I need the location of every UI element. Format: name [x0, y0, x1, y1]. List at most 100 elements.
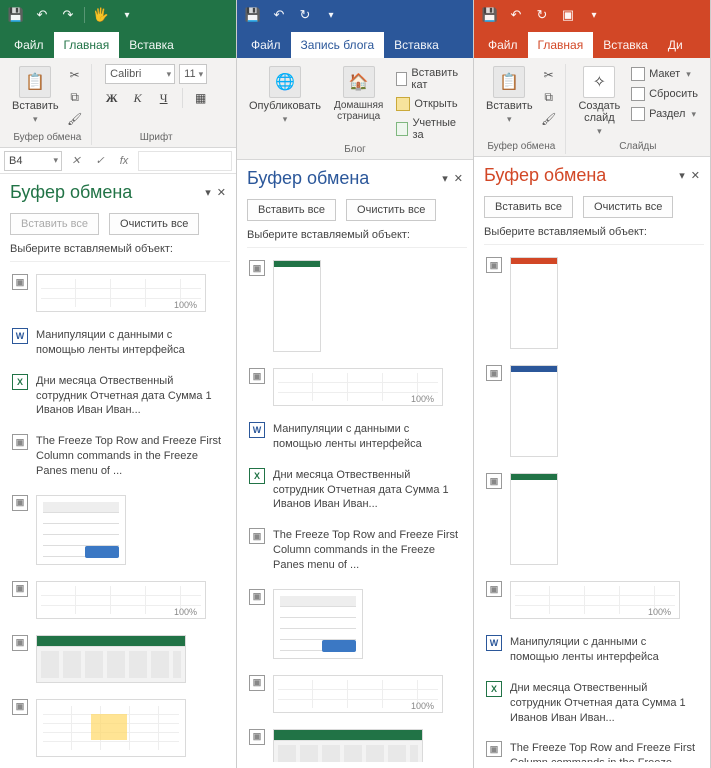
close-icon[interactable]: ✕ [691, 169, 700, 182]
qat-dropdown-icon[interactable]: ▾ [319, 3, 343, 27]
clear-all-button[interactable]: Очистить все [583, 196, 673, 218]
tab-home[interactable]: Главная [528, 32, 594, 58]
qat-dropdown-icon[interactable]: ▾ [582, 3, 606, 27]
homepage-label: Домашняя страница [333, 100, 384, 122]
separator [182, 88, 183, 108]
clipboard-item[interactable]: ▣ [247, 362, 461, 416]
format-painter-icon[interactable]: 🖌 [539, 110, 559, 128]
clipboard-list[interactable]: ▣ ▣ W Манипуляции с данными с помощью ле… [247, 247, 467, 762]
clipboard-item[interactable]: ▣ [10, 693, 224, 762]
paste-button[interactable]: 📋 Вставить ▾ [484, 64, 535, 130]
tab-insert[interactable]: Вставка [119, 32, 184, 58]
image-icon: ▣ [12, 699, 28, 715]
open-button[interactable]: Открыть [394, 96, 463, 112]
enter-icon[interactable]: ✓ [90, 154, 110, 167]
underline-button[interactable]: Ч [154, 88, 174, 108]
cancel-icon[interactable]: ✕ [66, 154, 86, 167]
touch-mode-icon[interactable]: 🖐 [89, 3, 113, 27]
redo-icon[interactable]: ↷ [56, 3, 80, 27]
save-icon[interactable]: 💾 [478, 3, 502, 27]
insert-category-button[interactable]: Вставить кат [394, 66, 463, 92]
qat-dropdown-icon[interactable]: ▾ [115, 3, 139, 27]
copy-icon[interactable]: ⧉ [539, 88, 559, 106]
italic-button[interactable]: К [128, 88, 148, 108]
font-name-dropdown[interactable]: Calibri ▾ [105, 64, 175, 84]
new-slide-button[interactable]: ✧ Создать слайд ▾ [576, 64, 623, 139]
accounts-button[interactable]: Учетные за [394, 116, 463, 142]
undo-icon[interactable]: ↶ [267, 3, 291, 27]
clipboard-item[interactable]: ▣ [10, 575, 224, 629]
clipboard-item[interactable]: ▣ [247, 254, 461, 362]
clipboard-thumb [273, 729, 423, 762]
clipboard-item[interactable]: ▣ The Freeze Top Row and Freeze First Co… [247, 522, 461, 583]
paste-all-button[interactable]: Вставить все [247, 199, 336, 221]
border-button[interactable]: ▦ [191, 88, 211, 108]
clipboard-item[interactable]: ▣ The Freeze Top Row and Freeze First Co… [10, 428, 224, 489]
pane-options-icon[interactable]: ▾ [679, 169, 685, 182]
clipboard-item[interactable]: ▣ [484, 359, 698, 467]
clipboard-text: Дни месяца Отвественный сотрудник Отчетн… [510, 681, 696, 726]
pane-options-icon[interactable]: ▾ [205, 186, 211, 199]
clipboard-item[interactable]: X Дни месяца Отвественный сотрудник Отче… [484, 675, 698, 736]
clipboard-list[interactable]: ▣ W Манипуляции с данными с помощью лент… [10, 261, 230, 762]
layout-button[interactable]: Макет▾ [629, 66, 700, 82]
clipboard-item[interactable]: ▣ [10, 629, 224, 693]
undo-icon[interactable]: ↶ [30, 3, 54, 27]
clipboard-item[interactable]: X Дни месяца Отвественный сотрудник Отче… [247, 462, 461, 523]
close-icon[interactable]: ✕ [217, 186, 226, 199]
redo-icon[interactable]: ↻ [530, 3, 554, 27]
image-icon: ▣ [249, 589, 265, 605]
format-painter-icon[interactable]: 🖌 [65, 110, 85, 128]
clipboard-item[interactable]: X Дни месяца Отвественный сотрудник Отче… [10, 368, 224, 429]
tab-file[interactable]: Файл [478, 32, 528, 58]
clipboard-item[interactable]: ▣ [484, 575, 698, 629]
save-icon[interactable]: 💾 [241, 3, 265, 27]
copy-icon[interactable]: ⧉ [65, 88, 85, 106]
clear-all-button[interactable]: Очистить все [109, 213, 199, 235]
clipboard-list[interactable]: ▣ ▣ ▣ ▣ W Манипуляции с данными с помощь… [484, 244, 704, 762]
clipboard-item[interactable]: ▣ [10, 268, 224, 322]
reset-button[interactable]: Сбросить [629, 86, 700, 102]
tab-blog[interactable]: Запись блога [291, 32, 385, 58]
tab-file[interactable]: Файл [241, 32, 291, 58]
publish-button[interactable]: 🌐 Опубликовать ▾ [247, 64, 323, 142]
cut-icon[interactable]: ✂ [65, 66, 85, 84]
paste-button[interactable]: 📋 Вставить ▾ [10, 64, 61, 127]
clipboard-item[interactable]: ▣ [247, 723, 461, 762]
clear-all-button[interactable]: Очистить все [346, 199, 436, 221]
clipboard-item[interactable]: ▣ [484, 251, 698, 359]
font-group: Calibri ▾ 11 ▾ Ж К Ч ▦ Шрифт [96, 64, 217, 145]
fx-icon[interactable]: fx [114, 155, 134, 167]
pane-options-icon[interactable]: ▾ [442, 172, 448, 185]
tab-design[interactable]: Ди [658, 32, 693, 58]
clipboard-item[interactable]: ▣ [247, 583, 461, 669]
clipboard-item[interactable]: ▣ [247, 669, 461, 723]
tab-insert[interactable]: Вставка [384, 32, 449, 58]
tab-home[interactable]: Главная [54, 32, 120, 58]
clipboard-item[interactable]: W Манипуляции с данными с помощью ленты … [247, 416, 461, 462]
clipboard-item[interactable]: ▣ The Freeze Top Row and Freeze First Co… [484, 735, 698, 762]
bold-button[interactable]: Ж [102, 88, 122, 108]
pane-subtitle: Выберите вставляемый объект: [237, 227, 473, 247]
redo-icon[interactable]: ↻ [293, 3, 317, 27]
tab-file[interactable]: Файл [4, 32, 54, 58]
section-button[interactable]: Раздел▾ [629, 106, 700, 122]
formula-input[interactable] [138, 151, 232, 171]
close-icon[interactable]: ✕ [454, 172, 463, 185]
paste-all-button[interactable]: Вставить все [484, 196, 573, 218]
undo-icon[interactable]: ↶ [504, 3, 528, 27]
tab-insert[interactable]: Вставка [593, 32, 658, 58]
paste-all-button[interactable]: Вставить все [10, 213, 99, 235]
clipboard-item[interactable]: ▣ [484, 467, 698, 575]
save-icon[interactable]: 💾 [4, 3, 28, 27]
homepage-button[interactable]: 🏠 Домашняя страница [331, 64, 386, 142]
clipboard-thumb [273, 675, 443, 713]
clipboard-item[interactable]: ▣ [10, 489, 224, 575]
excel-titlebar: 💾 ↶ ↷ 🖐 ▾ [0, 0, 236, 30]
name-box[interactable]: B4 ▾ [4, 151, 62, 171]
clipboard-item[interactable]: W Манипуляции с данными с помощью ленты … [484, 629, 698, 675]
clipboard-item[interactable]: W Манипуляции с данными с помощью ленты … [10, 322, 224, 368]
start-slideshow-icon[interactable]: ▣ [556, 3, 580, 27]
font-size-dropdown[interactable]: 11 ▾ [179, 64, 207, 84]
cut-icon[interactable]: ✂ [539, 66, 559, 84]
